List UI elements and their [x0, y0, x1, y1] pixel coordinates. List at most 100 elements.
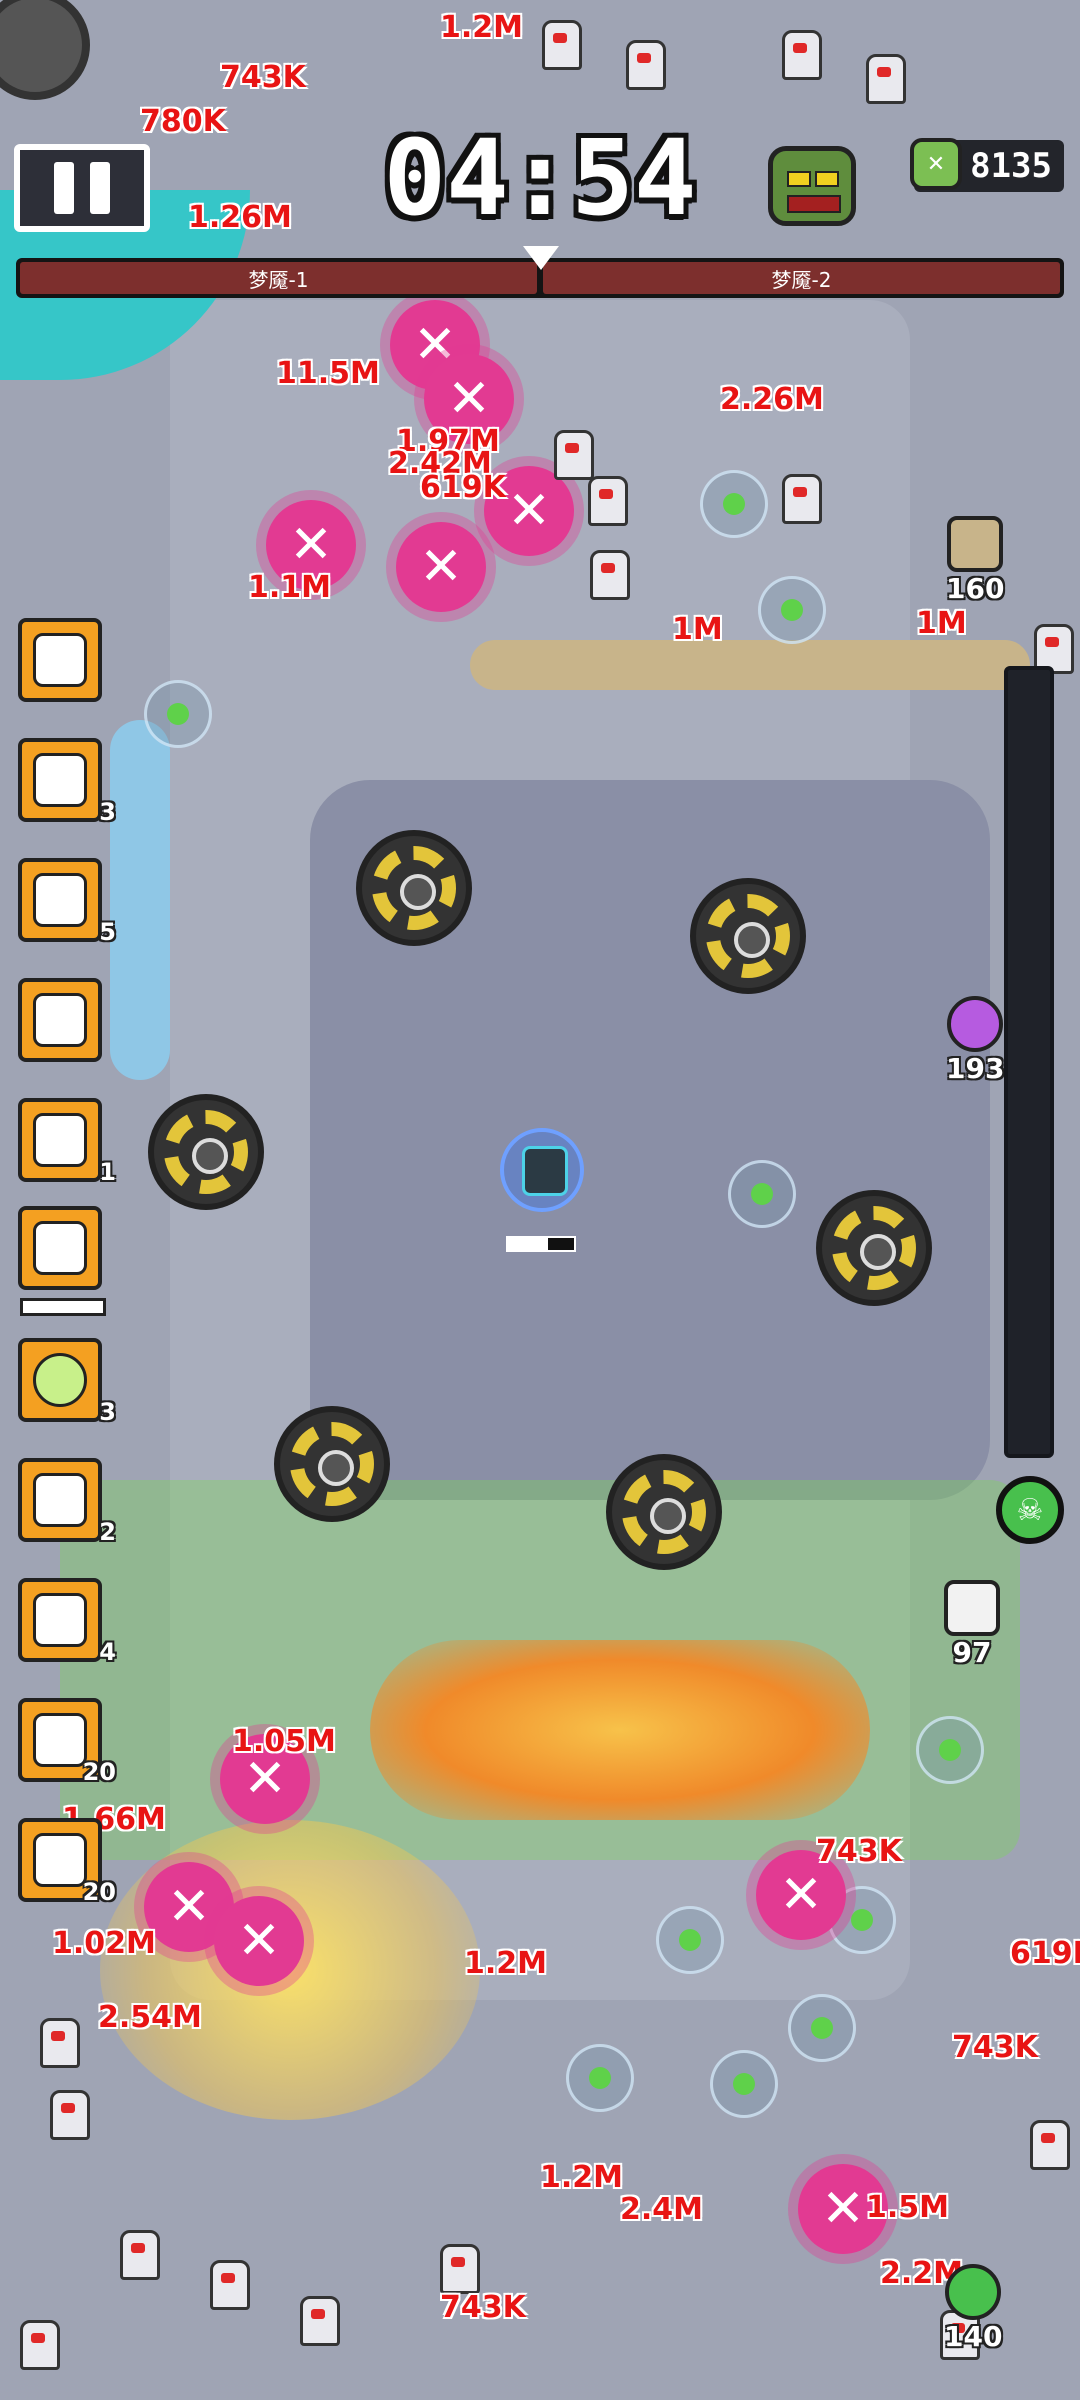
tower-icon [947, 516, 1004, 572]
energy-orb [788, 1994, 856, 2062]
return-arrow-icon [33, 1221, 87, 1275]
damage-number: 743K [952, 2030, 1038, 2065]
enemy-robot [300, 2296, 340, 2346]
damage-number: 743K [440, 2290, 526, 2325]
enemy-robot [210, 2260, 250, 2310]
damage-number: 743K [816, 1834, 902, 1869]
boss-skull-icon: ☠ [996, 1476, 1064, 1544]
marker-distance: 160 [946, 572, 1005, 605]
turret [690, 878, 806, 994]
skull-kill-icon: ✕ [910, 138, 962, 190]
skill-slot-house[interactable]: 2 [18, 1458, 116, 1546]
damage-number: 2.54M [98, 2000, 202, 2035]
damage-number: 1.02M [52, 1926, 156, 1961]
enemy-robot [440, 2244, 480, 2294]
damage-number: 1.1M [248, 570, 331, 605]
turret [356, 830, 472, 946]
player-character [500, 1128, 584, 1212]
coin-icon [33, 1353, 87, 1407]
damage-number: 1.2M [464, 1946, 547, 1981]
skill-slot-return[interactable] [18, 1206, 102, 1290]
upgrade-arrow-icon [33, 1593, 87, 1647]
wave-position-marker [523, 246, 559, 270]
floor-panel [110, 720, 170, 1080]
skill-level: 2 [99, 1518, 116, 1546]
player-health-bar [506, 1236, 576, 1252]
pause-button[interactable] [14, 144, 150, 232]
skill-slot-cap-heart-1[interactable]: 20 [18, 1698, 116, 1786]
energy-orb [656, 1906, 724, 1974]
game-arena[interactable]: 11.5M 1.97M 2.42M 619K 2.26M 1.1M 1M 1M … [0, 0, 1080, 2400]
marker-distance: 140 [944, 2320, 1003, 2353]
enemy-robot [588, 476, 628, 526]
skill-slot-coin[interactable]: 3 [18, 1338, 116, 1426]
damage-number: 2.26M [720, 382, 824, 417]
skill-slot-cap-heart-2[interactable]: 20 [18, 1818, 116, 1906]
house-icon [33, 1473, 87, 1527]
marker-distance: 97 [952, 1636, 992, 1669]
wave-segment-2: 梦魇-2 [543, 262, 1060, 294]
skill-slot-upgrade[interactable]: 4 [18, 1578, 116, 1666]
explosion-effect [370, 1640, 870, 1820]
settings-gear-icon[interactable] [0, 0, 90, 100]
damage-number: 619K [1010, 1936, 1080, 1971]
skill-cooldown-bar [20, 1298, 106, 1316]
floor-panel [470, 640, 1030, 690]
map-marker-tower: 160 [946, 516, 1004, 605]
enemy-robot [554, 430, 594, 480]
skill-level: 20 [82, 1878, 116, 1906]
cap-heart-icon [33, 1713, 87, 1767]
enemy-robot [120, 2230, 160, 2280]
damage-number: 1.05M [232, 1724, 336, 1759]
cap-heart-icon [33, 1833, 87, 1887]
survival-timer: 04:54 [383, 117, 697, 239]
damage-number: 619K [420, 470, 506, 505]
stage-progress-track [1004, 666, 1054, 1458]
heart-icon [33, 993, 87, 1047]
pause-icon [54, 162, 74, 214]
robot-icon [33, 633, 87, 687]
skill-slot-heart[interactable] [18, 978, 102, 1062]
turret [606, 1454, 722, 1570]
skill-level: 20 [82, 1758, 116, 1786]
enemy-robot [20, 2320, 60, 2370]
skill-slot-robot[interactable] [18, 618, 102, 702]
wave-segment-1: 梦魇-1 [20, 262, 537, 294]
damage-number: 11.5M [276, 356, 380, 391]
skill-slot-chick[interactable]: 1 [18, 1098, 116, 1186]
card-icon [33, 873, 87, 927]
energy-orb [758, 576, 826, 644]
damage-number: 1M [916, 606, 967, 641]
map-marker-beacon: 193 [946, 996, 1004, 1085]
enemy-robot [50, 2090, 90, 2140]
energy-orb [710, 2050, 778, 2118]
skill-slot-card[interactable]: 5 [18, 858, 116, 946]
enemy-robot [782, 474, 822, 524]
enemy-robot [590, 550, 630, 600]
marker-distance: 193 [946, 1052, 1005, 1085]
turret [816, 1190, 932, 1306]
map-marker-chest: 97 [944, 1580, 1000, 1669]
skill-slot-beast[interactable]: 3 [18, 738, 116, 826]
energy-orb [916, 1716, 984, 1784]
kill-count: 8135 [970, 146, 1052, 186]
beacon-icon [947, 996, 1004, 1052]
beast-icon [33, 753, 87, 807]
pause-icon [90, 162, 110, 214]
damage-number: 1.5M [866, 2190, 949, 2225]
turret [148, 1094, 264, 1210]
chick-icon [33, 1113, 87, 1167]
turret [274, 1406, 390, 1522]
skill-level: 1 [99, 1158, 116, 1186]
boss-monster-icon [768, 146, 856, 226]
damage-number: 1M [672, 612, 723, 647]
energy-orb [566, 2044, 634, 2112]
damage-number: 1.2M [540, 2160, 623, 2195]
skill-level: 4 [99, 1638, 116, 1666]
skill-level: 3 [99, 798, 116, 826]
map-marker-skull: 140 [944, 2264, 1002, 2353]
skull-icon [945, 2264, 1002, 2320]
energy-orb [700, 470, 768, 538]
damage-number: 2.4M [620, 2192, 703, 2227]
energy-orb [728, 1160, 796, 1228]
